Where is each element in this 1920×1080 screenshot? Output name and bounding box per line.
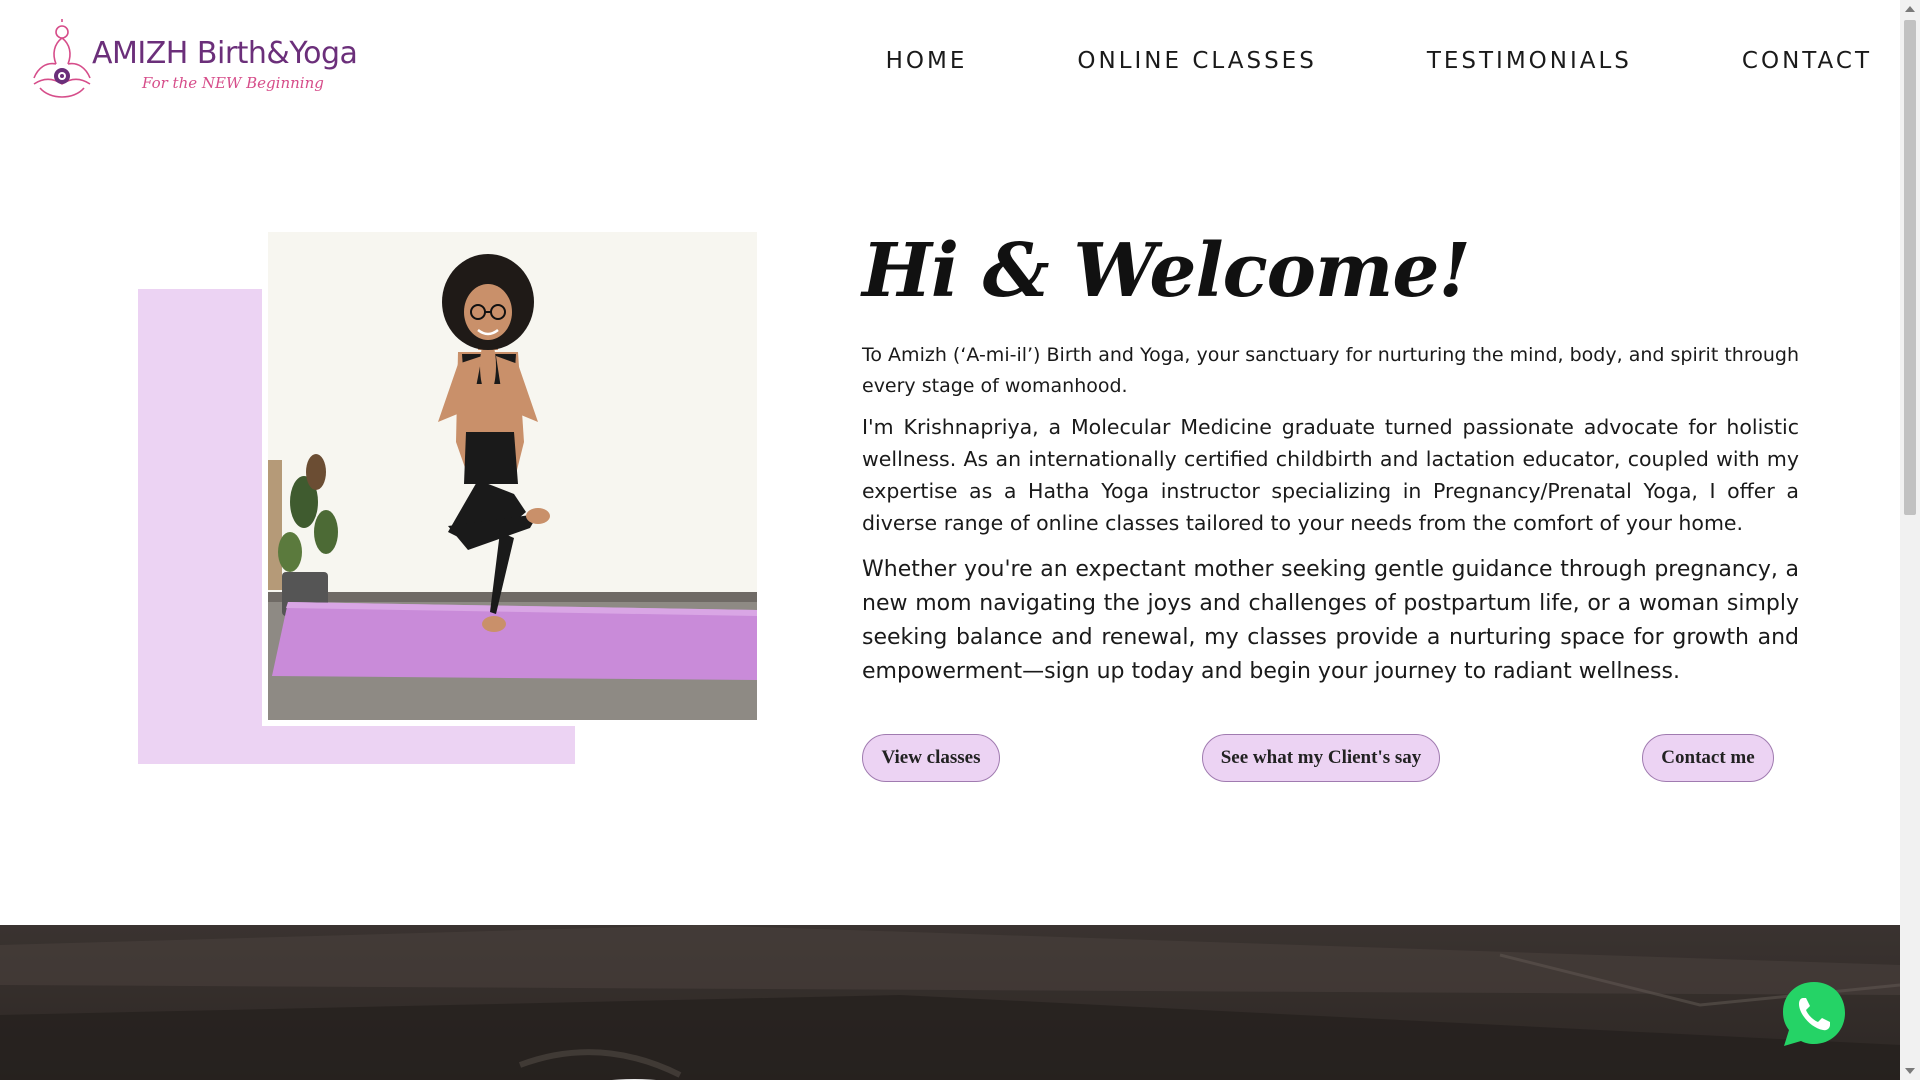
offer-paragraph: Whether you're an expectant mother seeki…	[862, 557, 1799, 684]
whatsapp-icon	[1783, 982, 1845, 1046]
nav-online-classes[interactable]: ONLINE CLASSES	[1077, 48, 1316, 74]
photo-accent-block	[138, 289, 262, 764]
hero-title: Hi & Welcome!	[862, 228, 1471, 314]
page-viewport: AMIZH Birth&Yoga For the NEW Beginning H…	[0, 0, 1900, 1080]
nav-testimonials[interactable]: TESTIMONIALS	[1427, 48, 1632, 74]
client-testimonials-button[interactable]: See what my Client's say	[1202, 734, 1440, 782]
logo-title: AMIZH Birth&Yoga	[92, 36, 358, 71]
instructor-photo	[268, 232, 757, 720]
scrollbar-thumb[interactable]	[1904, 20, 1916, 515]
contact-me-button[interactable]: Contact me	[1642, 734, 1774, 782]
wood-floor-texture	[0, 925, 1900, 1080]
about-paragraph: I'm Krishnapriya, a Molecular Medicine g…	[862, 415, 1799, 535]
meditation-lotus-icon	[33, 19, 91, 98]
view-classes-button[interactable]: View classes	[862, 734, 1000, 782]
intro-paragraph: To Amizh (‘A-mi-il’) Birth and Yoga, you…	[862, 344, 1799, 397]
nav-contact[interactable]: CONTACT	[1742, 48, 1872, 74]
photo-accent-bar	[138, 726, 575, 764]
site-logo[interactable]: AMIZH Birth&Yoga For the NEW Beginning	[30, 18, 358, 108]
scroll-down-arrow-icon[interactable]	[1900, 1062, 1920, 1080]
logo-tagline: For the NEW Beginning	[142, 74, 324, 92]
site-header: AMIZH Birth&Yoga For the NEW Beginning H…	[0, 0, 1900, 125]
yoga-pose-illustration	[268, 232, 757, 720]
nav-home[interactable]: HOME	[886, 48, 968, 74]
whatsapp-button[interactable]	[1778, 978, 1850, 1050]
main-nav: HOME ONLINE CLASSES TESTIMONIALS CONTACT	[886, 48, 1872, 74]
dark-banner-section	[0, 925, 1900, 1080]
scroll-up-arrow-icon[interactable]	[1900, 0, 1920, 18]
vertical-scrollbar[interactable]	[1900, 0, 1920, 1080]
